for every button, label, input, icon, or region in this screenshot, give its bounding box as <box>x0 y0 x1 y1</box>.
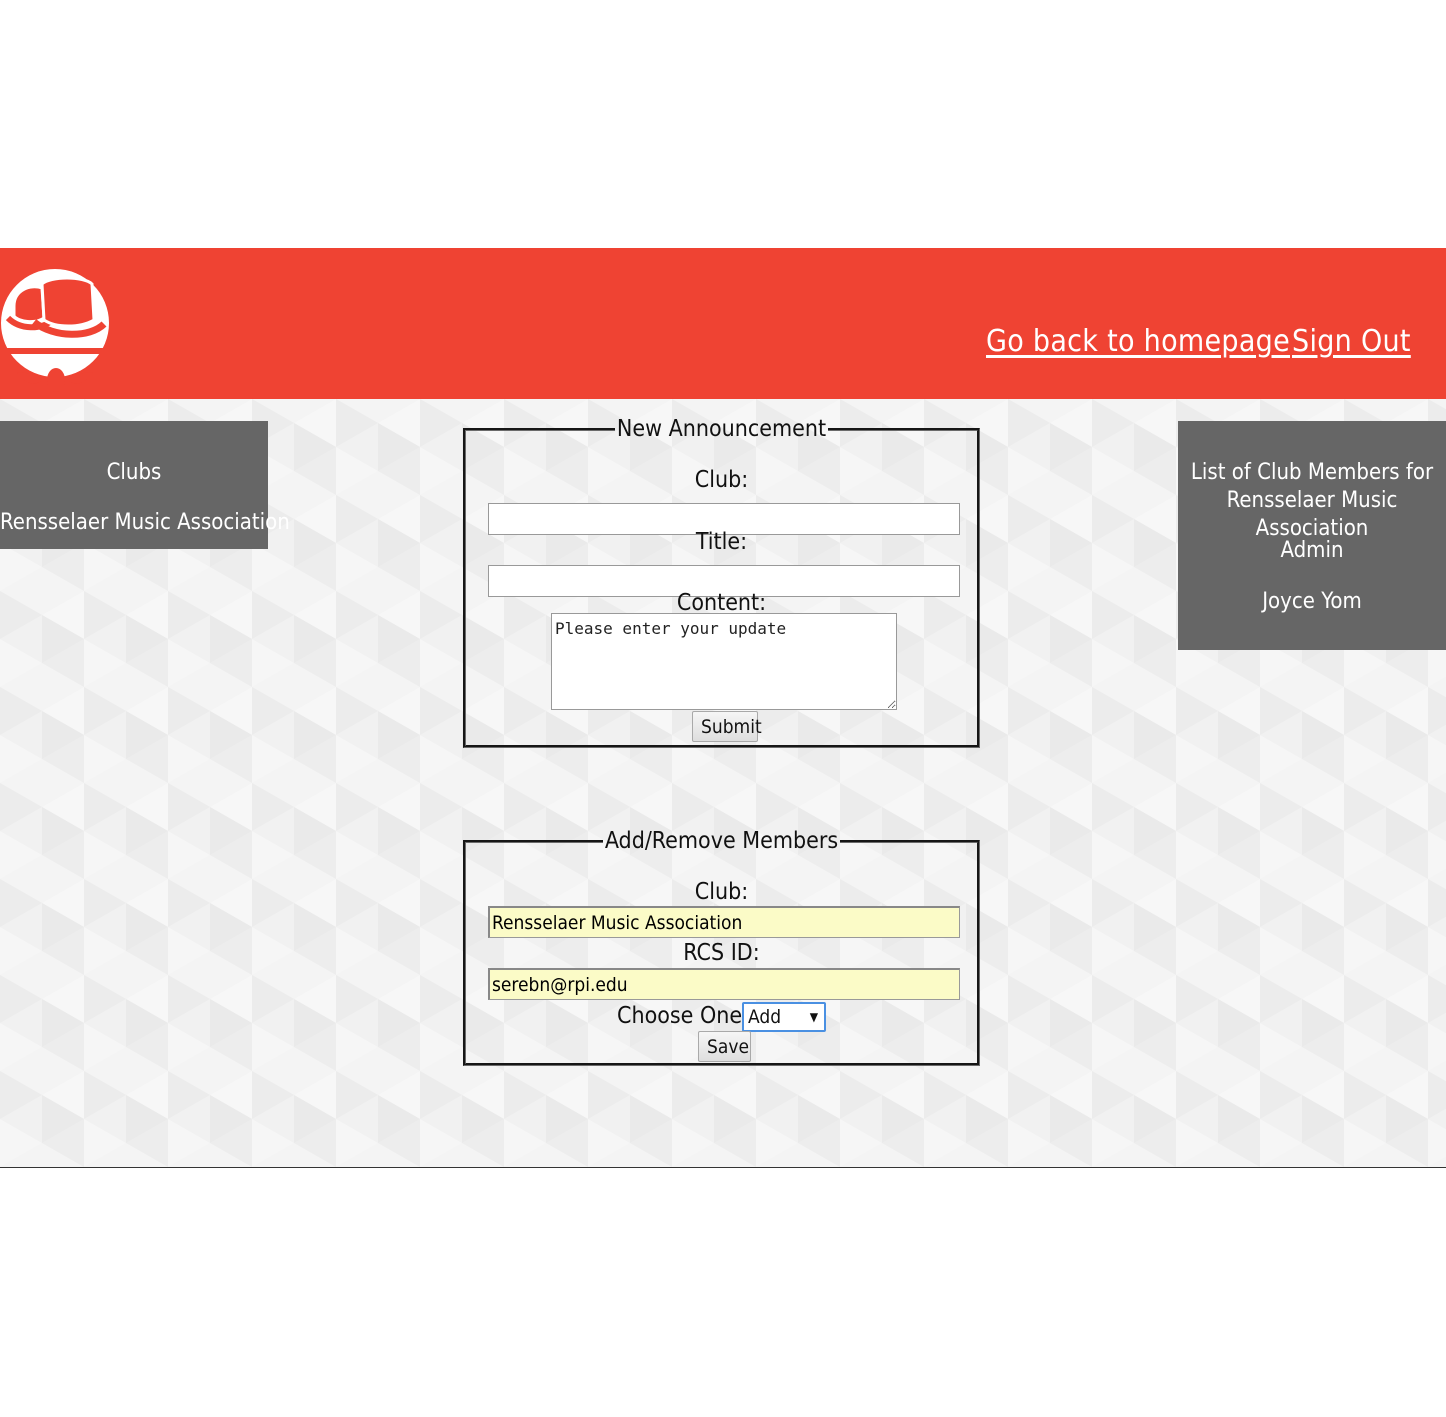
dropdown-arrow-icon: ▼ <box>809 1010 818 1024</box>
members-club-label: Club: <box>694 879 749 905</box>
site-header: Go back to homepage Sign Out <box>0 248 1446 399</box>
club-item[interactable]: Rensselaer Music Association <box>0 510 290 535</box>
club-members-panel: List of Club Members for Rensselaer Musi… <box>1178 421 1446 650</box>
main-content: Clubs Rensselaer Music Association List … <box>0 399 1446 1168</box>
new-announcement-form: New Announcement Club: Title: Content: P… <box>463 416 980 748</box>
member-name: Joyce Yom <box>1262 589 1362 614</box>
rcs-id-input[interactable] <box>488 968 960 1000</box>
members-role-heading: Admin <box>1280 538 1344 563</box>
go-back-homepage-link[interactable]: Go back to homepage <box>986 324 1290 359</box>
save-button[interactable]: Save <box>698 1031 751 1062</box>
announcement-content-textarea[interactable]: Please enter your update <box>551 613 897 710</box>
top-hat-logo-icon[interactable] <box>0 248 112 399</box>
add-remove-members-form: Add/Remove Members Club: RCS ID: Choose … <box>463 828 980 1066</box>
members-club-input[interactable] <box>488 906 960 938</box>
rcs-id-label: RCS ID: <box>683 940 760 966</box>
announcement-title-label: Title: <box>695 529 748 555</box>
add-remove-select[interactable]: Add ▼ <box>742 1002 826 1032</box>
sign-out-link[interactable]: Sign Out <box>1292 324 1411 359</box>
members-panel-title: List of Club Members for Rensselaer Musi… <box>1190 460 1434 541</box>
announcement-club-label: Club: <box>694 467 749 493</box>
clubs-panel: Clubs Rensselaer Music Association <box>0 421 290 549</box>
submit-button[interactable]: Submit <box>692 711 762 742</box>
add-remove-members-legend: Add/Remove Members <box>604 828 839 854</box>
choose-one-label: Choose One: <box>617 1003 750 1029</box>
select-value: Add <box>748 1006 782 1028</box>
new-announcement-legend: New Announcement <box>616 416 827 442</box>
clubs-title: Clubs <box>106 460 162 485</box>
